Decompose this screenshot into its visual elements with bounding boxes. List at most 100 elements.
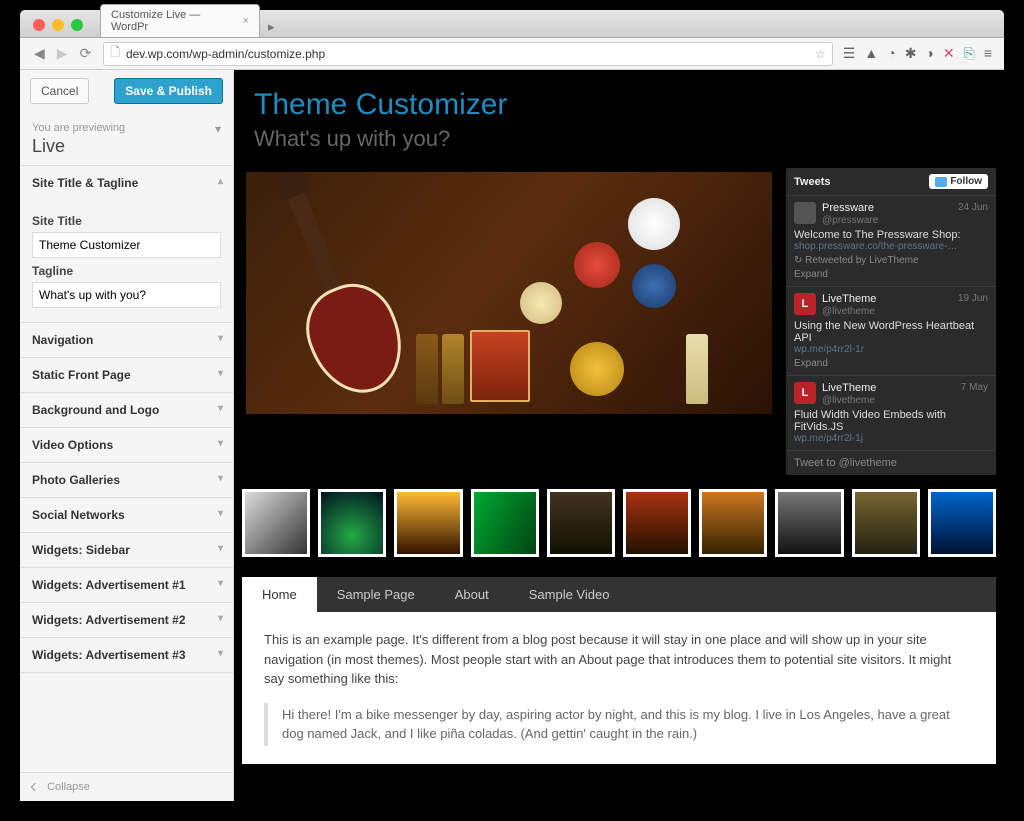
section-widgets-sidebar[interactable]: Widgets: Sidebar▾ (20, 533, 233, 568)
new-tab-button[interactable]: ▸ (264, 17, 279, 37)
ext-icon-5[interactable]: ◑ (925, 45, 933, 62)
collapse-sidebar[interactable]: Collapse (20, 772, 233, 801)
forward-button[interactable]: ▶ (51, 45, 74, 62)
section-label: Navigation (32, 333, 93, 347)
thumbnail[interactable] (775, 489, 843, 557)
tab-home[interactable]: Home (242, 577, 317, 612)
tweet-author: LiveTheme (822, 382, 876, 394)
tweet-link[interactable]: wp.me/p4rr2l-1r (794, 344, 988, 355)
chevron-down-icon: ▾ (218, 473, 223, 484)
thumbnail[interactable] (471, 489, 539, 557)
thumbnail[interactable] (242, 489, 310, 557)
tagline-label: Tagline (32, 264, 221, 278)
back-button[interactable]: ◀ (28, 45, 51, 62)
tweet-text: Using the New WordPress Heartbeat API (794, 320, 988, 344)
thumbnail[interactable] (623, 489, 691, 557)
tweet-expand[interactable]: Expand (794, 358, 988, 369)
tweet-handle: @livetheme (822, 306, 875, 317)
site-title-label: Site Title (32, 214, 221, 228)
close-window-icon[interactable] (33, 19, 45, 31)
tweet[interactable]: LLiveTheme@livetheme19 JunUsing the New … (786, 287, 996, 376)
section-label: Static Front Page (32, 368, 131, 382)
site-title[interactable]: Theme Customizer (234, 70, 1004, 126)
tweet-date: 7 May (961, 382, 988, 393)
tweet-to-link[interactable]: Tweet to @livetheme (786, 451, 996, 475)
maximize-window-icon[interactable] (71, 19, 83, 31)
browser-tab[interactable]: Customize Live — WordPr × (100, 4, 260, 37)
chevron-down-icon: ▾ (218, 403, 223, 414)
tab-sample-video[interactable]: Sample Video (509, 577, 630, 612)
bookmark-icon[interactable]: ☆ (815, 47, 826, 61)
tweet-handle: @pressware (822, 215, 878, 226)
site-tagline: What's up with you? (234, 126, 1004, 168)
page-icon: 🗋 (110, 43, 120, 64)
theme-selector[interactable]: ▾ You are previewing Live (20, 112, 233, 166)
tweet[interactable]: Pressware@pressware24 JunWelcome to The … (786, 196, 996, 287)
minimize-window-icon[interactable] (52, 19, 64, 31)
section-label: Widgets: Advertisement #2 (32, 613, 186, 627)
tab-about[interactable]: About (435, 577, 509, 612)
browser-toolbar: ◀ ▶ ⟳ 🗋 dev.wp.com/wp-admin/customize.ph… (20, 38, 1004, 70)
save-publish-button[interactable]: Save & Publish (114, 78, 223, 104)
thumbnail[interactable] (699, 489, 767, 557)
ext-icon-1[interactable]: ☰ (843, 45, 856, 62)
ext-icon-2[interactable]: ▲ (864, 45, 878, 62)
thumbnail[interactable] (852, 489, 920, 557)
section-label: Video Options (32, 438, 113, 452)
previewing-label: You are previewing (32, 122, 221, 134)
chrome-menu-icon[interactable]: ≡ (984, 45, 992, 62)
tweet-expand[interactable]: Expand (794, 269, 988, 280)
section-widgets-advertisement-1[interactable]: Widgets: Advertisement #1▾ (20, 568, 233, 603)
tweets-widget: Tweets Follow Pressware@pressware24 JunW… (786, 168, 996, 475)
site-title-input[interactable] (32, 232, 221, 258)
ext-icon-4[interactable]: ✱ (905, 45, 917, 62)
collapse-label: Collapse (47, 781, 90, 793)
section-label: Social Networks (32, 508, 125, 522)
avatar: L (794, 293, 816, 315)
tweet-author: LiveTheme (822, 293, 876, 305)
avatar: L (794, 382, 816, 404)
thumbnail[interactable] (318, 489, 386, 557)
tab-content: This is an example page. It's different … (242, 612, 996, 764)
hero-image (242, 168, 776, 418)
thumbnail[interactable] (928, 489, 996, 557)
section-background-and-logo[interactable]: Background and Logo▾ (20, 393, 233, 428)
section-widgets-advertisement-2[interactable]: Widgets: Advertisement #2▾ (20, 603, 233, 638)
window-controls (28, 13, 88, 37)
section-label: Widgets: Advertisement #3 (32, 648, 186, 662)
tagline-input[interactable] (32, 282, 221, 308)
tweet-date: 24 Jun (958, 202, 988, 213)
url-text: dev.wp.com/wp-admin/customize.php (126, 47, 325, 61)
ext-icon-6[interactable]: ✕ (943, 45, 955, 62)
address-bar[interactable]: 🗋 dev.wp.com/wp-admin/customize.php ☆ (103, 42, 833, 66)
content-paragraph: This is an example page. It's different … (264, 630, 974, 689)
thumbnail[interactable] (394, 489, 462, 557)
section-widgets-advertisement-3[interactable]: Widgets: Advertisement #3▾ (20, 638, 233, 673)
content-tabs: HomeSample PageAboutSample Video This is… (242, 577, 996, 764)
tweet[interactable]: LLiveTheme@livetheme7 MayFluid Width Vid… (786, 376, 996, 451)
section-video-options[interactable]: Video Options▾ (20, 428, 233, 463)
follow-button[interactable]: Follow (929, 174, 988, 189)
tweet-link[interactable]: wp.me/p4rr2l-1j (794, 433, 988, 444)
tab-sample-page[interactable]: Sample Page (317, 577, 435, 612)
ext-icon-3[interactable]: ◔ (887, 45, 895, 62)
chevron-down-icon: ▾ (218, 508, 223, 519)
thumbnail[interactable] (547, 489, 615, 557)
tweet-link[interactable]: shop.pressware.co/the-pressware-… (794, 241, 988, 252)
ext-icon-7[interactable]: ⎘ (964, 45, 975, 62)
close-tab-icon[interactable]: × (243, 15, 249, 27)
cancel-button[interactable]: Cancel (30, 78, 89, 104)
reload-button[interactable]: ⟳ (74, 45, 98, 62)
tweet-text: Welcome to The Pressware Shop: (794, 229, 988, 241)
section-social-networks[interactable]: Social Networks ▾ (20, 498, 233, 533)
extension-icons: ☰ ▲ ◔ ✱ ◑ ✕ ⎘ ≡ (839, 45, 996, 62)
section-photo-galleries[interactable]: Photo Galleries▾ (20, 463, 233, 498)
section-navigation[interactable]: Navigation▾ (20, 323, 233, 358)
section-label: Widgets: Advertisement #1 (32, 578, 186, 592)
preview-pane: Theme Customizer What's up with you? Twe… (234, 70, 1004, 801)
section-site-title-tagline[interactable]: Site Title & Tagline ▴ (20, 166, 233, 200)
theme-name: Live (32, 136, 221, 157)
tweet-meta: ↻ Retweeted by LiveTheme (794, 255, 988, 266)
tweet-text: Fluid Width Video Embeds with FitVids.JS (794, 409, 988, 433)
section-static-front-page[interactable]: Static Front Page▾ (20, 358, 233, 393)
